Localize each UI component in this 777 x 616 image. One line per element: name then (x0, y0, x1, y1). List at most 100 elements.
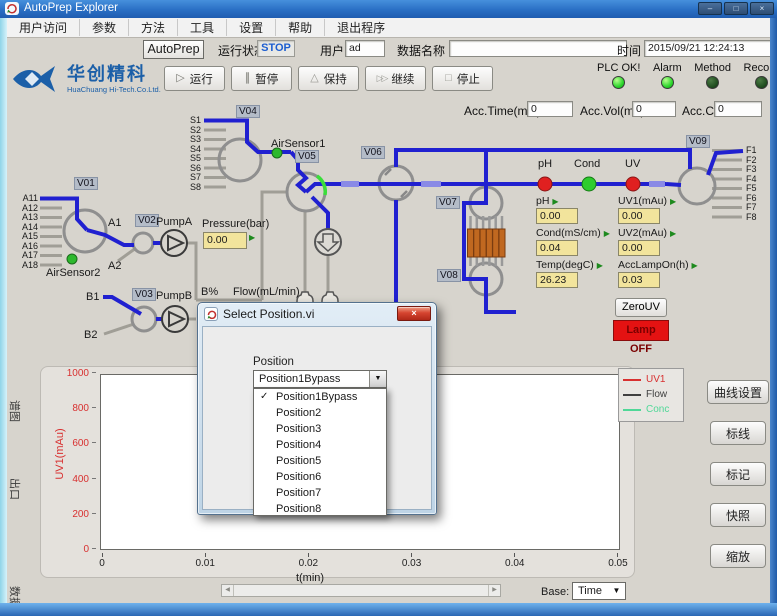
position-option[interactable]: Position3 (254, 421, 386, 437)
chart-tool-button[interactable]: 曲线设置 (707, 380, 769, 404)
chart-tool-button[interactable]: 标记 (710, 462, 766, 486)
run-control-label: 暂停 (255, 71, 278, 87)
chart-side-buttons: 曲线设置标线标记快照缩放 (703, 380, 773, 585)
run-control-label: 继续 (391, 71, 414, 87)
x-tick-label: 0.01 (185, 553, 225, 569)
dataset-field[interactable] (449, 40, 627, 57)
run-control-button[interactable]: 运行 (164, 66, 225, 91)
readout-label: pH ▶ (536, 195, 616, 208)
port-label: F8 (746, 213, 770, 223)
indicator-arrow-icon: ▶ (692, 261, 698, 270)
pressure-label: Pressure(bar) (202, 218, 269, 230)
window-frame-left (0, 18, 7, 603)
acc-vol-field[interactable]: 0 (632, 101, 676, 117)
legend-entry: Flow (623, 387, 679, 402)
indicator-arrow-icon: ▶ (597, 261, 603, 270)
chevron-down-icon[interactable]: ▼ (369, 371, 386, 387)
position-option[interactable]: Position4 (254, 437, 386, 453)
chart-scrollbar[interactable]: ◀ ▶ (221, 584, 501, 597)
position-option[interactable]: Position8 (254, 501, 386, 517)
chart-tool-button[interactable]: 标线 (710, 421, 766, 445)
readout: AccLampOn(h) ▶ 0.03 (618, 259, 708, 288)
menu-item[interactable]: 退出程序 (324, 19, 397, 36)
close-button[interactable]: × (750, 2, 774, 15)
scrollbar-left-icon[interactable]: ◀ (222, 585, 234, 596)
valve-label-v06[interactable]: V06 (361, 146, 385, 159)
port-a2-label: A2 (108, 260, 121, 272)
app-icon (5, 2, 19, 15)
checkmark-icon: ✓ (260, 389, 268, 405)
run-control-button[interactable]: 继续 (365, 66, 426, 91)
status-indicators: PLC OK! Alarm Method Record (597, 62, 777, 89)
position-option[interactable]: ✓ Position1Bypass (254, 389, 386, 405)
run-control-button[interactable]: 停止 (432, 66, 493, 91)
user-field[interactable]: ad (345, 40, 385, 57)
run-control-button[interactable]: 保持 (298, 66, 359, 91)
x-tick-label: 0.02 (288, 553, 328, 569)
port-b2-label: B2 (84, 329, 97, 341)
menu-item[interactable]: 工具 (177, 19, 226, 36)
valve-label-v03[interactable]: V03 (132, 288, 156, 301)
autoprep-button[interactable]: AutoPrep (143, 40, 204, 59)
menu-item[interactable]: 参数 (79, 19, 128, 36)
dataset-label: 数据名称 (397, 42, 445, 59)
position-option-label: Position6 (276, 471, 321, 483)
menu-item[interactable]: 帮助 (275, 19, 324, 36)
scrollbar-right-icon[interactable]: ▶ (488, 585, 500, 596)
chart-tool-button[interactable]: 快照 (710, 503, 766, 527)
run-control-button[interactable]: 暂停 (231, 66, 292, 91)
status-led-icon (661, 76, 674, 89)
position-option-label: Position8 (276, 503, 321, 515)
menu-item[interactable]: 方法 (128, 19, 177, 36)
readout-label: Temp(degC) ▶ (536, 259, 616, 272)
left-tab-2[interactable]: 出口 (9, 475, 23, 503)
dialog-close-button[interactable]: × (397, 306, 431, 321)
zero-uv-button[interactable]: ZeroUV (615, 298, 667, 317)
valve-label-v08[interactable]: V08 (437, 269, 461, 282)
readout-value: 0.03 (618, 272, 660, 288)
position-option[interactable]: Position2 (254, 405, 386, 421)
readout-label: UV2(mAu) ▶ (618, 227, 708, 240)
valve-label-v01[interactable]: V01 (74, 177, 98, 190)
chevron-down-icon: ▼ (609, 584, 624, 598)
acc-cv-field[interactable]: 0 (714, 101, 762, 117)
valve-label-v05[interactable]: V05 (295, 150, 319, 163)
valve-label-v07[interactable]: V07 (436, 196, 460, 209)
indicator-arrow-icon: ▶ (249, 233, 255, 242)
valve-label-v04[interactable]: V04 (236, 105, 260, 118)
position-option-label: Position1Bypass (276, 391, 357, 403)
legend-series-name: UV1 (646, 374, 665, 385)
status-indicator-label: PLC OK! (597, 62, 640, 74)
readouts-right: UV1(mAu) ▶ 0.00 UV2(mAu) ▶ 0.00 AccLampO… (618, 195, 708, 291)
indicator-arrow-icon: ▶ (670, 197, 676, 206)
maximize-button[interactable]: □ (724, 2, 748, 15)
status-led-icon (706, 76, 719, 89)
menu-item[interactable]: 设置 (226, 19, 275, 36)
position-option[interactable]: Position5 (254, 453, 386, 469)
position-dropdown[interactable]: Position1Bypass ▼ (253, 370, 387, 388)
readout-value: 0.00 (536, 208, 578, 224)
chart-tool-button[interactable]: 缩放 (710, 544, 766, 568)
user-label: 用户 (320, 42, 344, 59)
valve-label-v09[interactable]: V09 (686, 135, 710, 148)
readout: UV2(mAu) ▶ 0.00 (618, 227, 708, 256)
position-option[interactable]: Position6 (254, 469, 386, 485)
readout: Cond(mS/cm) ▶ 0.04 (536, 227, 616, 256)
toolbar-row: 华创精科 HuaChuang Hi-Tech.Co.Ltd. 运行 暂停 保持 (7, 62, 770, 100)
injection-valve (315, 229, 341, 255)
position-option[interactable]: Position7 (254, 485, 386, 501)
dialog-title: Select Position.vi (223, 307, 314, 321)
readout-value: 0.04 (536, 240, 578, 256)
legend-line-sample (623, 379, 641, 381)
legend-line-sample (623, 409, 641, 411)
lamp-off-button[interactable]: Lamp OFF (613, 320, 669, 341)
left-tab-1[interactable]: 谱图 (9, 397, 23, 425)
run-control-icon (245, 73, 251, 84)
acc-time-field[interactable]: 0 (527, 101, 573, 117)
base-dropdown[interactable]: Time ▼ (572, 582, 626, 600)
valve-v02[interactable] (133, 233, 153, 253)
menu-item[interactable]: 用户访问 (7, 19, 79, 36)
valve-v01[interactable] (64, 210, 106, 252)
minimize-button[interactable]: – (698, 2, 722, 15)
dialog-icon (204, 307, 218, 321)
